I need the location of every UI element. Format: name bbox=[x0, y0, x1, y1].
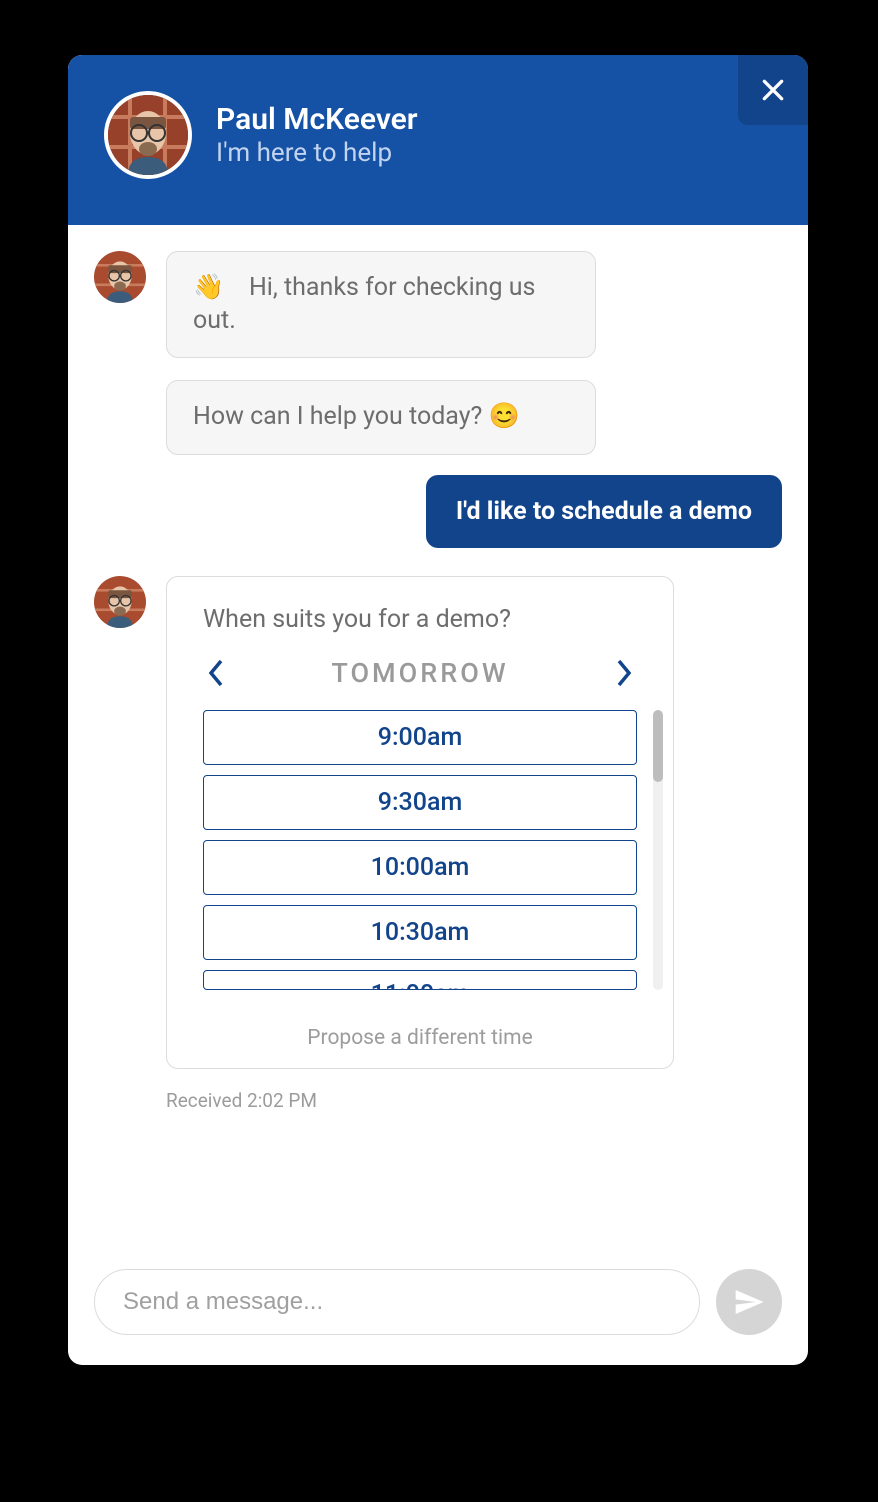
time-slot[interactable]: 10:30am bbox=[203, 905, 637, 960]
incoming-bubbles: 👋 Hi, thanks for checking us out. How ca… bbox=[166, 251, 596, 455]
outgoing-message: I'd like to schedule a demo bbox=[426, 475, 782, 548]
send-icon bbox=[733, 1286, 765, 1318]
smile-emoji: 😊 bbox=[489, 402, 520, 431]
avatar-image-small bbox=[94, 576, 146, 628]
outgoing-message-row: I'd like to schedule a demo bbox=[94, 475, 782, 548]
slots-container: 9:00am 9:30am 10:00am 10:30am 11:00am bbox=[167, 710, 673, 990]
chevron-left-icon bbox=[207, 658, 225, 688]
time-slot[interactable]: 9:00am bbox=[203, 710, 637, 765]
day-nav: TOMORROW bbox=[167, 648, 673, 710]
message-avatar bbox=[94, 251, 146, 303]
day-label: TOMORROW bbox=[331, 657, 508, 689]
close-button[interactable] bbox=[738, 55, 808, 125]
time-slot[interactable]: 10:00am bbox=[203, 840, 637, 895]
scheduler-title: When suits you for a demo? bbox=[167, 605, 673, 648]
message-text: Hi, thanks for checking us out. bbox=[193, 273, 535, 335]
header-texts: Paul McKeever I'm here to help bbox=[216, 103, 418, 168]
close-icon bbox=[760, 77, 786, 103]
chat-widget: Paul McKeever I'm here to help bbox=[68, 55, 808, 1365]
message-text: How can I help you today? bbox=[193, 402, 489, 431]
incoming-message: 👋 Hi, thanks for checking us out. bbox=[166, 251, 596, 358]
input-bar bbox=[68, 1269, 808, 1365]
agent-avatar bbox=[104, 91, 192, 179]
chevron-right-icon bbox=[615, 658, 633, 688]
agent-tagline: I'm here to help bbox=[216, 138, 418, 168]
next-day-button[interactable] bbox=[605, 654, 643, 692]
time-slot[interactable]: 9:30am bbox=[203, 775, 637, 830]
incoming-message-group: 👋 Hi, thanks for checking us out. How ca… bbox=[94, 251, 782, 455]
scrollbar[interactable] bbox=[653, 710, 663, 990]
message-avatar bbox=[94, 576, 146, 628]
send-button[interactable] bbox=[716, 1269, 782, 1335]
scheduler-card: When suits you for a demo? TOMORROW 9:00… bbox=[166, 576, 674, 1069]
received-timestamp: Received 2:02 PM bbox=[166, 1089, 782, 1112]
time-slot[interactable]: 11:00am bbox=[203, 970, 637, 990]
prev-day-button[interactable] bbox=[197, 654, 235, 692]
incoming-message: How can I help you today? 😊 bbox=[166, 380, 596, 455]
chat-header: Paul McKeever I'm here to help bbox=[68, 55, 808, 225]
messages-area: 👋 Hi, thanks for checking us out. How ca… bbox=[68, 225, 808, 1269]
scrollbar-thumb[interactable] bbox=[653, 710, 663, 782]
avatar-image-small bbox=[94, 251, 146, 303]
message-input[interactable] bbox=[94, 1269, 700, 1335]
scheduler-row: When suits you for a demo? TOMORROW 9:00… bbox=[94, 576, 782, 1069]
propose-different-time-link[interactable]: Propose a different time bbox=[167, 1026, 673, 1050]
wave-emoji: 👋 bbox=[193, 273, 224, 302]
time-slots[interactable]: 9:00am 9:30am 10:00am 10:30am 11:00am bbox=[203, 710, 637, 990]
avatar-image bbox=[108, 95, 188, 175]
agent-name: Paul McKeever bbox=[216, 103, 418, 136]
